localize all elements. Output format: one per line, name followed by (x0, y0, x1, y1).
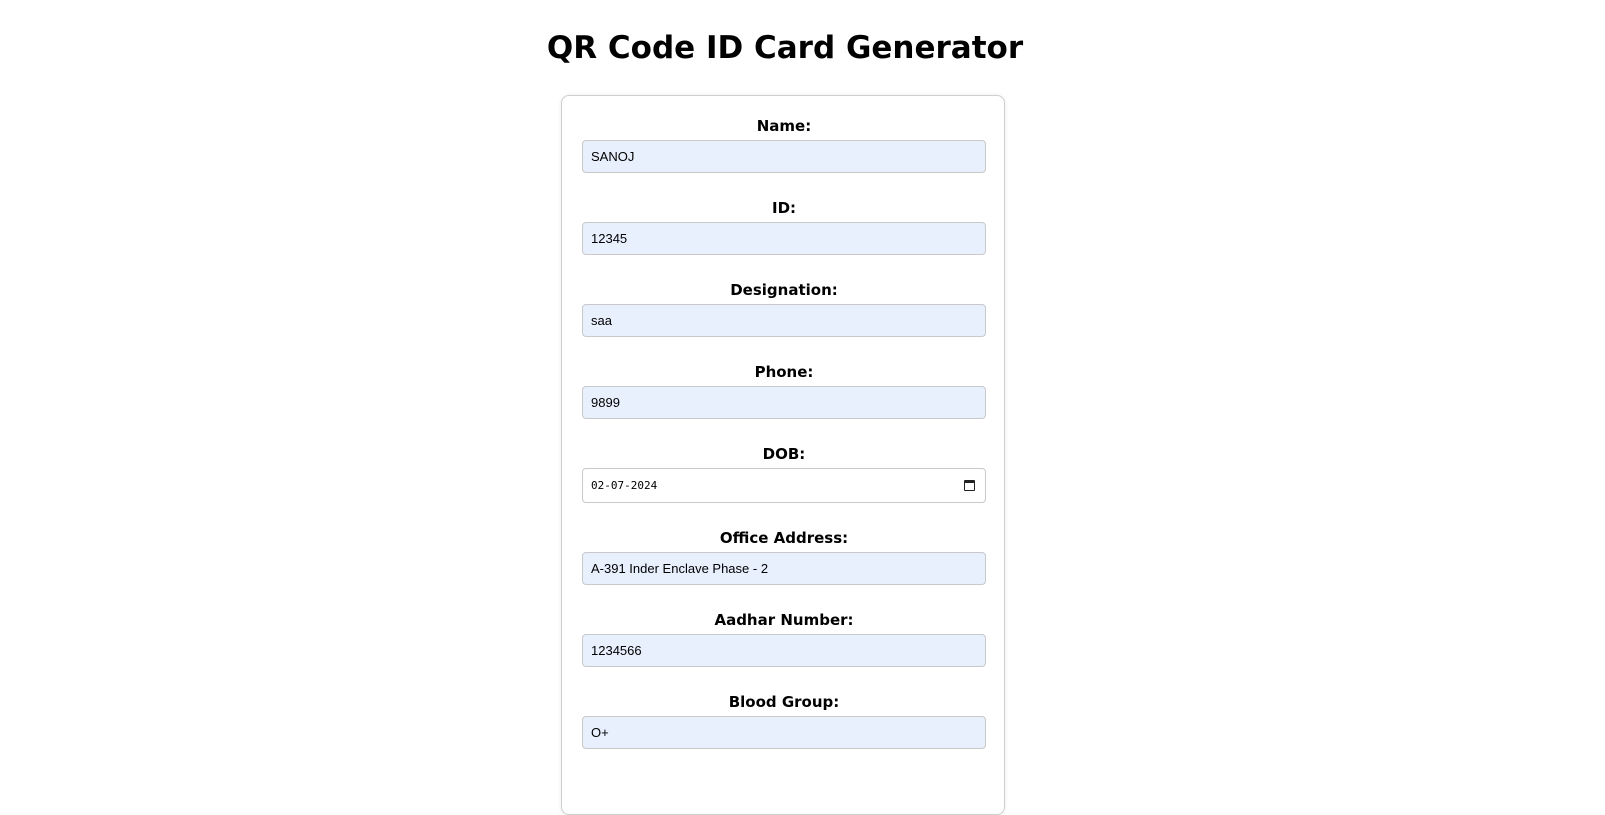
blood-group-label: Blood Group: (728, 693, 840, 711)
blood-group-input[interactable]: O+ (582, 716, 986, 749)
blood-group-field-group: Blood Group: O+ (582, 692, 986, 749)
designation-label: Designation: (730, 281, 838, 299)
calendar-icon[interactable] (964, 480, 975, 491)
dob-value: 02-07-2024 (591, 479, 658, 492)
aadhar-number-field-group: Aadhar Number: 1234566 (582, 610, 986, 667)
page-title: QR Code ID Card Generator (546, 30, 1024, 66)
id-card-form: Name: SANOJ ID: 12345 Designation: saa P… (561, 95, 1005, 815)
id-input[interactable]: 12345 (582, 222, 986, 255)
designation-field-group: Designation: saa (582, 280, 986, 337)
phone-input[interactable]: 9899 (582, 386, 986, 419)
phone-field-group: Phone: 9899 (582, 362, 986, 419)
office-address-label: Office Address: (719, 529, 849, 547)
id-label: ID: (771, 199, 797, 217)
name-label: Name: (756, 117, 812, 135)
phone-label: Phone: (754, 363, 814, 381)
dob-field-group: DOB: 02-07-2024 (582, 444, 986, 503)
name-input[interactable]: SANOJ (582, 140, 986, 173)
office-address-input[interactable]: A-391 Inder Enclave Phase - 2 (582, 552, 986, 585)
aadhar-number-input[interactable]: 1234566 (582, 634, 986, 667)
office-address-field-group: Office Address: A-391 Inder Enclave Phas… (582, 528, 986, 585)
aadhar-number-label: Aadhar Number: (714, 611, 854, 629)
designation-input[interactable]: saa (582, 304, 986, 337)
id-field-group: ID: 12345 (582, 198, 986, 255)
dob-label: DOB: (762, 445, 806, 463)
dob-date-input[interactable]: 02-07-2024 (582, 468, 986, 503)
name-field-group: Name: SANOJ (582, 116, 986, 173)
